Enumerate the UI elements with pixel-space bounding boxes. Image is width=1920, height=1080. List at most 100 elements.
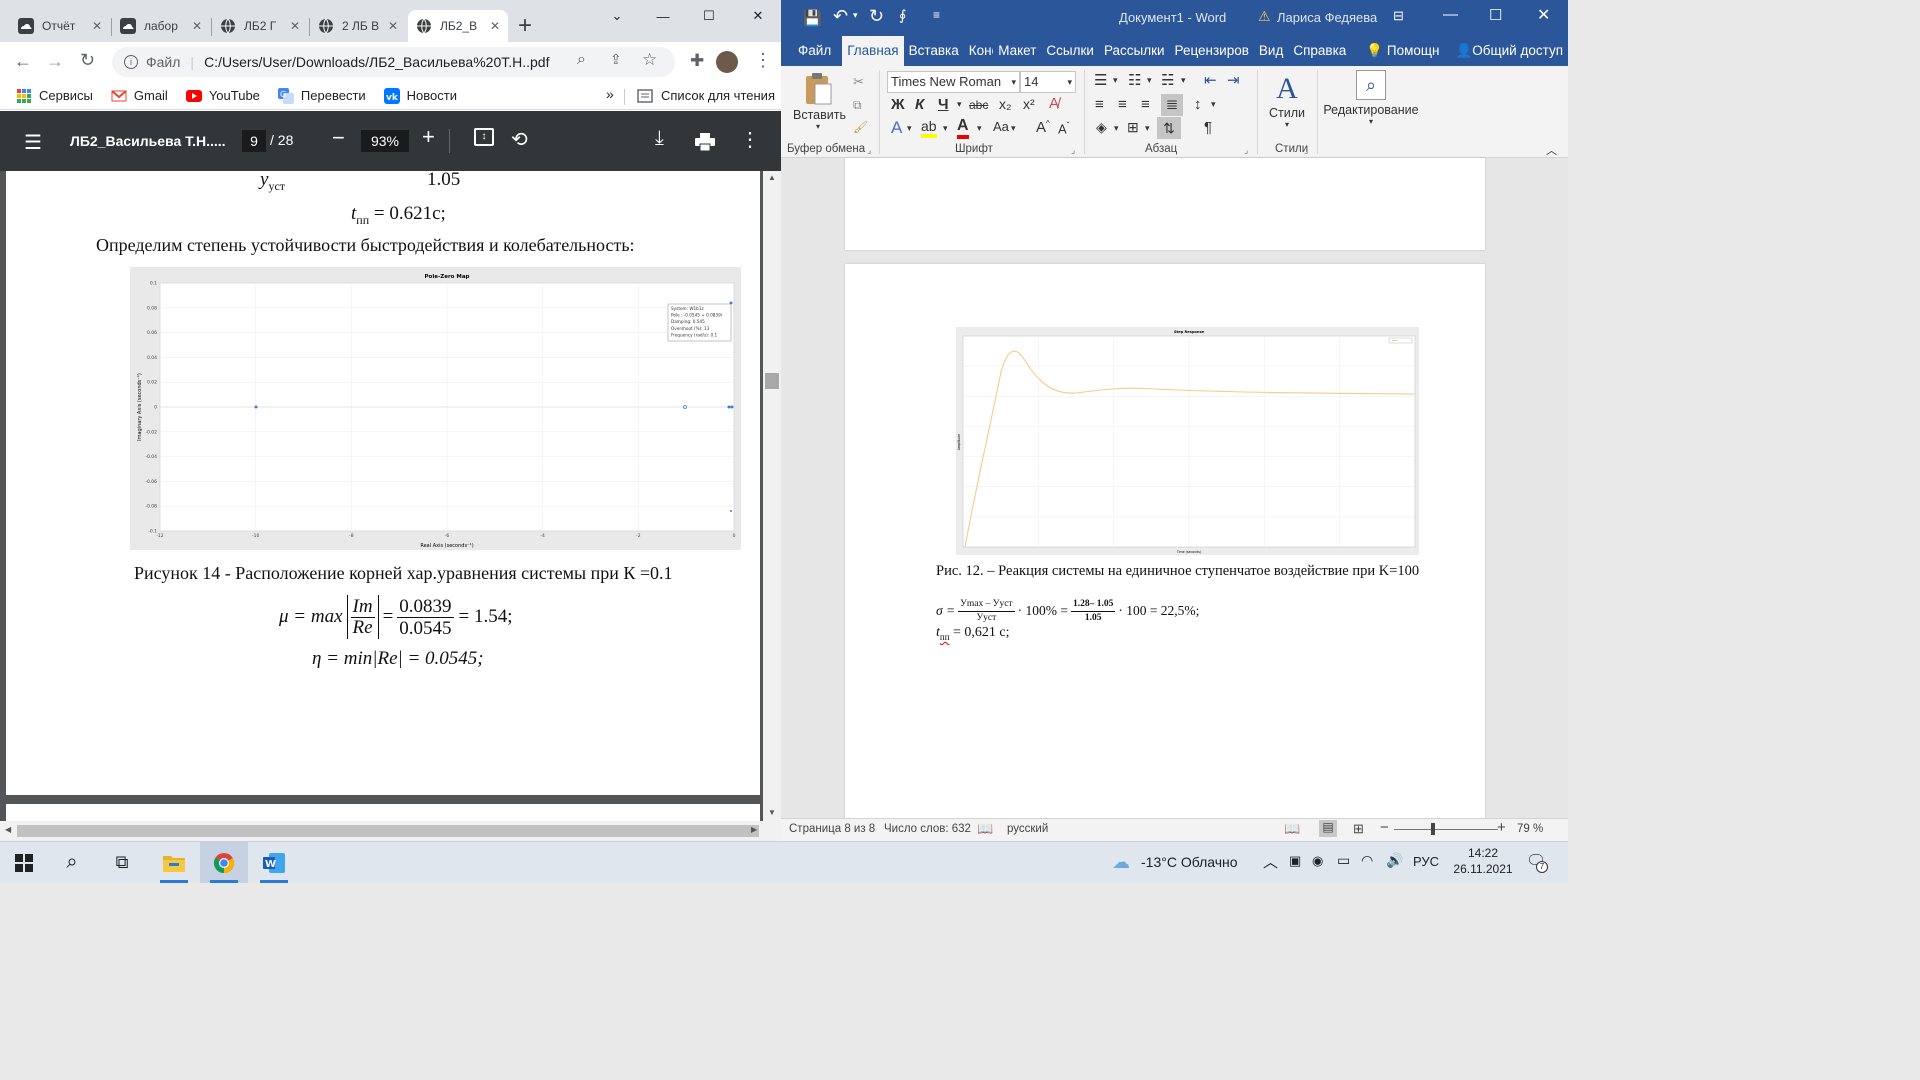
zoom-in-button[interactable]: +	[422, 124, 435, 150]
current-page[interactable]: Step Response Time (seconds) Amplitude Р…	[845, 264, 1485, 824]
pdf-vertical-scrollbar[interactable]: ▲ ▼	[763, 171, 781, 821]
tab-home[interactable]: Главная	[842, 36, 904, 66]
formula-icon[interactable]: ∮	[899, 7, 906, 24]
close-icon[interactable]: ✕	[490, 19, 500, 33]
hamburger-menu-icon[interactable]: ☰	[24, 130, 42, 155]
superscript-button[interactable]: x²	[1023, 96, 1035, 112]
highlight-icon[interactable]: ab	[921, 118, 937, 138]
chevron-down-icon[interactable]: ▾	[1145, 123, 1150, 134]
profile-avatar[interactable]	[716, 51, 738, 73]
star-bookmark-icon[interactable]: ☆	[642, 50, 657, 70]
notifications-button[interactable]: 🗨 7	[1526, 851, 1548, 873]
close-icon[interactable]: ✕	[92, 19, 102, 33]
chevron-down-icon[interactable]: ⌄	[594, 0, 640, 32]
web-layout-icon[interactable]: ⊞	[1353, 821, 1364, 837]
undo-icon[interactable]: ↶	[833, 6, 848, 27]
redo-icon[interactable]: ↻	[869, 6, 884, 27]
horizontal-scroll-thumb[interactable]	[17, 825, 759, 837]
clear-formatting-icon[interactable]: A̸	[1049, 95, 1059, 112]
browser-tab-5-active[interactable]: ЛБ2_В ✕	[408, 10, 508, 42]
chevron-down-icon[interactable]: ▾	[1211, 99, 1216, 110]
bookmark-youtube[interactable]: YouTube	[185, 88, 260, 104]
read-mode-icon[interactable]: 📖	[1284, 821, 1300, 837]
chrome-taskbar-button[interactable]	[200, 842, 248, 883]
dialog-launcher-icon[interactable]: ⌟	[1244, 145, 1248, 156]
chevron-down-icon[interactable]: ▾	[1114, 123, 1119, 134]
tab-design[interactable]: Конструктор	[964, 36, 993, 66]
borders-icon[interactable]: ⊞	[1127, 119, 1139, 136]
chevron-down-icon[interactable]: ▾	[1011, 123, 1016, 134]
browser-tab-3[interactable]: ЛБ2 Г ✕	[212, 10, 308, 42]
grow-font-button[interactable]: A^	[1036, 119, 1050, 136]
tab-review[interactable]: Рецензиров	[1170, 36, 1254, 66]
bookmark-gmail[interactable]: Gmail	[111, 88, 168, 104]
bookmark-news[interactable]: vk Новости	[383, 87, 457, 104]
browser-tab-4[interactable]: 2 ЛБ В ✕	[310, 10, 406, 42]
tab-file[interactable]: Файл	[793, 36, 836, 66]
chevron-down-icon[interactable]: ▾	[1181, 75, 1186, 86]
sort-icon[interactable]: ⇅	[1157, 117, 1181, 139]
new-tab-button[interactable]: +	[518, 12, 532, 40]
extensions-puzzle-icon[interactable]: ✚	[690, 51, 704, 71]
browser-tab-2[interactable]: лабор ✕	[112, 10, 210, 42]
justify-icon[interactable]: ≣	[1161, 94, 1183, 116]
editing-button[interactable]: ⌕ Редактирование ▾	[1321, 70, 1421, 126]
tab-insert[interactable]: Вставка	[904, 36, 964, 66]
zoom-in-button[interactable]: +	[1497, 819, 1506, 836]
forward-arrow-icon[interactable]: →	[46, 51, 64, 72]
more-options-icon[interactable]: ⋮	[740, 127, 760, 152]
fit-to-page-icon[interactable]: ↕	[474, 128, 494, 146]
device-icon[interactable]: ▣	[1289, 853, 1301, 869]
task-view-icon[interactable]: ⧉	[98, 842, 146, 883]
ribbon-display-icon[interactable]: ⊟	[1393, 8, 1404, 24]
back-arrow-icon[interactable]: ←	[14, 51, 32, 72]
language[interactable]: русский	[1007, 823, 1048, 835]
subscript-button[interactable]: x₂	[999, 96, 1011, 112]
camera-icon[interactable]: ◉	[1312, 853, 1323, 869]
chevron-up-icon[interactable]: ︿	[1263, 851, 1278, 872]
customize-qat-icon[interactable]: ≡	[933, 8, 940, 22]
shrink-font-button[interactable]: Aˇ	[1058, 121, 1069, 136]
minimize-button[interactable]: —	[640, 0, 686, 32]
change-case-button[interactable]: Aa	[993, 119, 1009, 134]
zoom-slider[interactable]	[1394, 829, 1498, 830]
page-number-input[interactable]: 9	[242, 130, 266, 152]
proofing-icon[interactable]: 📖	[977, 821, 993, 837]
share-icon[interactable]: ⇪	[610, 51, 622, 68]
pilcrow-icon[interactable]: ¶	[1204, 119, 1212, 136]
align-right-icon[interactable]: ≡	[1141, 96, 1150, 113]
close-window-button[interactable]: ✕	[735, 0, 781, 32]
input-language[interactable]: РУС	[1413, 854, 1439, 869]
print-icon[interactable]	[695, 133, 715, 151]
minimize-button[interactable]: —	[1443, 6, 1458, 23]
pdf-viewer[interactable]: yуст 1.05 tпп = 0.621с; Определим степен…	[0, 169, 781, 841]
search-icon[interactable]: ⌕	[48, 842, 96, 883]
bookmark-translate[interactable]: G Перевести	[277, 87, 366, 104]
print-layout-icon[interactable]: ▤	[1319, 820, 1337, 837]
zoom-magnifier-icon[interactable]: ⌕	[577, 51, 586, 69]
battery-icon[interactable]: ▭	[1337, 852, 1350, 869]
tab-mailings[interactable]: Рассылки	[1099, 36, 1170, 66]
underline-button[interactable]: Ч	[938, 96, 949, 113]
text-effects-icon[interactable]: A	[891, 118, 902, 138]
close-window-button[interactable]: ✕	[1537, 5, 1550, 25]
chevron-down-icon[interactable]: ▾	[977, 123, 982, 134]
browser-tab-1[interactable]: Отчёт ✕	[10, 10, 110, 42]
weather-text[interactable]: -13°C Облачно	[1141, 854, 1238, 870]
page-count[interactable]: Страница 8 из 8	[789, 823, 875, 835]
word-taskbar-button[interactable]: W	[250, 842, 298, 883]
chevron-down-icon[interactable]: ▾	[1113, 75, 1118, 86]
tab-references[interactable]: Ссылки	[1041, 36, 1099, 66]
pdf-horizontal-scrollbar[interactable]: ◀ ▶	[0, 821, 781, 841]
chevron-down-icon[interactable]: ▾	[853, 10, 858, 21]
rotate-icon[interactable]: ⟲	[511, 127, 528, 152]
tab-help[interactable]: Справка	[1288, 36, 1351, 66]
zoom-level[interactable]: 79 %	[1517, 823, 1543, 835]
chevron-down-icon[interactable]: ▾	[943, 123, 948, 134]
bullets-icon[interactable]: ☰	[1094, 71, 1107, 89]
shading-icon[interactable]: ◈	[1096, 119, 1107, 136]
cloud-weather-icon[interactable]: ☁	[1112, 852, 1130, 873]
start-button[interactable]	[0, 842, 48, 883]
align-left-icon[interactable]: ≡	[1095, 96, 1104, 113]
bookmarks-overflow-button[interactable]: »	[606, 86, 614, 102]
